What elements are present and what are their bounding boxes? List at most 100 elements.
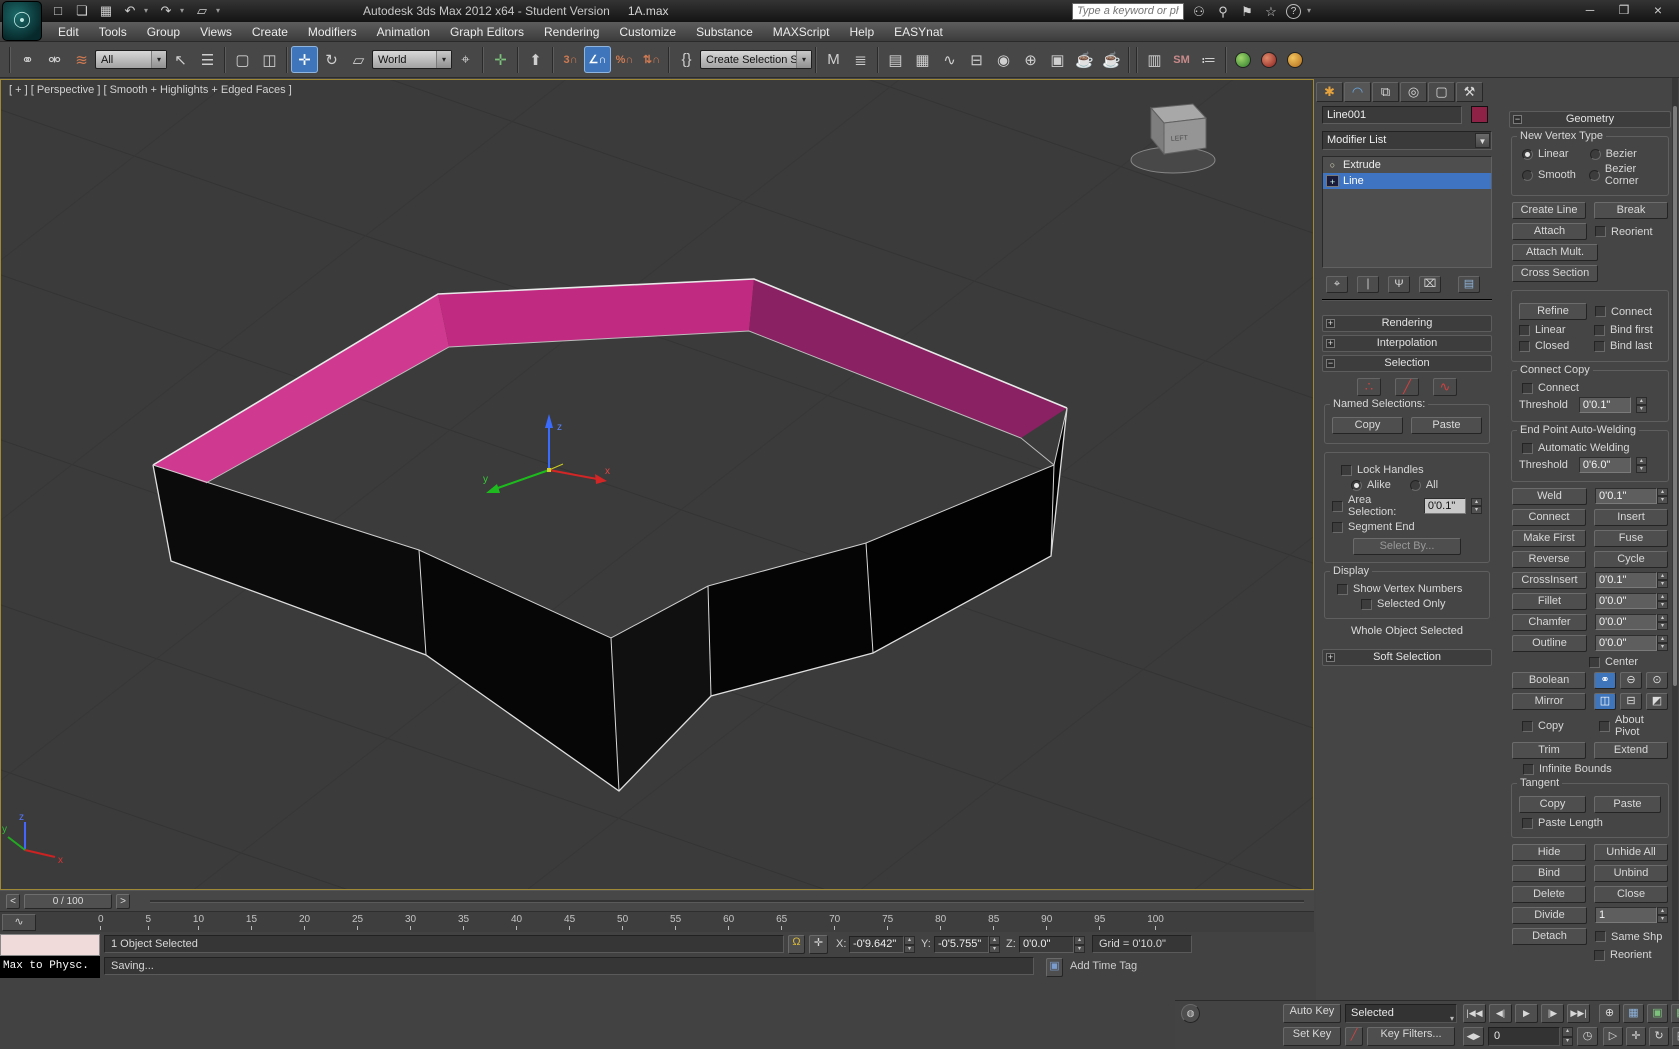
cross-section-button[interactable]: Cross Section: [1512, 265, 1598, 282]
weld-threshold-spinner[interactable]: ▴▾: [1636, 457, 1647, 473]
fillet-button[interactable]: Fillet: [1512, 593, 1587, 610]
unlink-selection-icon[interactable]: ⚮: [41, 46, 68, 73]
hide-button[interactable]: Hide: [1512, 844, 1586, 861]
auto-key-button[interactable]: Auto Key: [1283, 1004, 1341, 1023]
project-folder-icon[interactable]: ▱: [192, 2, 212, 20]
substance-plugin-icon[interactable]: SM: [1168, 46, 1195, 73]
refine-connect-checkbox[interactable]: [1595, 306, 1606, 317]
keying-selection-set-dropdown[interactable]: Selected▾: [1345, 1004, 1457, 1023]
chamfer-spinner[interactable]: ▴▾: [1657, 614, 1668, 630]
cycle-button[interactable]: Cycle: [1594, 551, 1668, 568]
select-and-link-icon[interactable]: ⚭: [14, 46, 41, 73]
view-cube[interactable]: LEFT: [1131, 104, 1215, 173]
save-file-icon[interactable]: ▦: [96, 2, 116, 20]
outline-spinner[interactable]: ▴▾: [1657, 635, 1668, 651]
create-line-button[interactable]: Create Line: [1512, 202, 1586, 219]
detach-button[interactable]: Detach: [1512, 928, 1587, 945]
mirror-spline-button[interactable]: Mirror: [1512, 693, 1586, 710]
manage-layers-icon[interactable]: ▤: [882, 46, 909, 73]
track-bar[interactable]: ∿ 05101520253035404550556065707580859095…: [0, 911, 1314, 932]
help-icon[interactable]: ?: [1286, 4, 1301, 19]
new-file-icon[interactable]: □: [48, 2, 68, 20]
x-coordinate-field[interactable]: -0'9.642": [849, 936, 904, 953]
center-checkbox[interactable]: [1589, 657, 1600, 668]
plugin-orange-icon[interactable]: [1287, 52, 1303, 68]
dropdown-arrow-icon[interactable]: ▾: [151, 51, 166, 68]
select-and-scale-icon[interactable]: ▱: [345, 46, 372, 73]
zoom-extents-icon[interactable]: ▣: [1647, 1004, 1668, 1023]
divide-button[interactable]: Divide: [1512, 907, 1587, 924]
boolean-subtraction-icon[interactable]: ⊖: [1620, 672, 1642, 689]
boolean-intersection-icon[interactable]: ⊙: [1646, 672, 1668, 689]
adaptive-degradation-icon[interactable]: ◍: [1181, 1004, 1200, 1023]
close-spline-button[interactable]: Close: [1594, 886, 1668, 903]
automatic-welding-checkbox[interactable]: [1522, 443, 1533, 454]
rendered-frame-window-icon[interactable]: ▣: [1044, 46, 1071, 73]
orbit-icon[interactable]: ↻: [1649, 1027, 1669, 1046]
y-spinner[interactable]: ▴▾: [989, 936, 1000, 953]
configure-modifier-sets-icon[interactable]: ▤: [1458, 276, 1480, 293]
menu-item[interactable]: Rendering: [534, 22, 609, 42]
command-panel-scrollbar[interactable]: [1672, 78, 1678, 1000]
mirror-horizontal-icon[interactable]: ◫: [1594, 693, 1616, 710]
pan-view-icon[interactable]: ✛: [1626, 1027, 1646, 1046]
divide-spinner[interactable]: ▴▾: [1657, 907, 1668, 923]
menu-item[interactable]: EASYnat: [884, 22, 953, 42]
select-object-icon[interactable]: ↖: [167, 46, 194, 73]
show-vertex-numbers-checkbox[interactable]: [1337, 584, 1348, 595]
graphite-modeling-tools-icon[interactable]: ▦: [909, 46, 936, 73]
key-mode-toggle-icon[interactable]: ◀▶: [1463, 1027, 1484, 1046]
menu-item[interactable]: Edit: [48, 22, 89, 42]
outline-button[interactable]: Outline: [1512, 635, 1587, 652]
rollout-rendering[interactable]: +Rendering: [1322, 315, 1492, 332]
go-to-end-icon[interactable]: ▶▶|: [1567, 1004, 1590, 1023]
menu-item[interactable]: Graph Editors: [440, 22, 534, 42]
weld-value-field[interactable]: 0'0.1": [1595, 488, 1657, 504]
angle-snap-toggle-icon[interactable]: ∠∩: [584, 46, 611, 73]
connect-copy-checkbox[interactable]: [1522, 383, 1533, 394]
restore-icon[interactable]: ❒: [1614, 2, 1634, 18]
close-icon[interactable]: ×: [1648, 2, 1668, 18]
toolbar-handle[interactable]: [9, 47, 11, 73]
menu-item[interactable]: Modifiers: [298, 22, 367, 42]
refine-linear-checkbox[interactable]: [1519, 325, 1530, 336]
y-coordinate-field[interactable]: -0'5.755": [934, 936, 989, 953]
tab-modify[interactable]: ◠: [1344, 82, 1371, 102]
chamfer-button[interactable]: Chamfer: [1512, 614, 1587, 631]
divide-field[interactable]: 1: [1595, 907, 1657, 923]
extend-button[interactable]: Extend: [1594, 742, 1668, 759]
key-filters-button[interactable]: Key Filters...: [1367, 1027, 1455, 1046]
select-and-rotate-icon[interactable]: ↻: [318, 46, 345, 73]
modifier-list-dropdown[interactable]: Modifier List ▼: [1322, 131, 1492, 150]
chamfer-field[interactable]: 0'0.0": [1595, 614, 1657, 630]
time-slider-handle[interactable]: 0 / 100: [24, 894, 112, 909]
open-file-icon[interactable]: ❏: [72, 2, 92, 20]
redo-dropdown-icon[interactable]: ▾: [180, 2, 188, 20]
vertex-subobject-icon[interactable]: ∴: [1357, 378, 1381, 396]
cross-insert-spinner[interactable]: ▴▾: [1657, 572, 1668, 588]
plugin-red-icon[interactable]: [1261, 52, 1277, 68]
time-configuration-icon[interactable]: ◷: [1577, 1027, 1598, 1046]
unbind-button[interactable]: Unbind: [1594, 865, 1668, 882]
trim-button[interactable]: Trim: [1512, 742, 1586, 759]
selection-lock-toggle-icon[interactable]: Ω: [788, 935, 805, 954]
subscription-key-icon[interactable]: ⚲: [1214, 3, 1232, 20]
edit-named-selection-sets-icon[interactable]: {}: [673, 46, 700, 73]
bind-last-checkbox[interactable]: [1594, 341, 1605, 352]
set-key-button[interactable]: Set Key: [1283, 1027, 1341, 1046]
area-selection-field[interactable]: 0'0.1": [1424, 498, 1466, 514]
menu-item[interactable]: Views: [190, 22, 242, 42]
modifier-stack[interactable]: ○ Extrude + Line: [1322, 156, 1492, 268]
render-iterative-icon[interactable]: ☕: [1098, 46, 1125, 73]
previous-frame-icon[interactable]: ◀|: [1489, 1004, 1512, 1023]
percent-snap-toggle-icon[interactable]: %∩: [611, 46, 638, 73]
tangent-copy-button[interactable]: Copy: [1519, 796, 1586, 813]
plugin-green-icon[interactable]: [1235, 52, 1251, 68]
viewport-label[interactable]: [ + ] [ Perspective ] [ Smooth + Highlig…: [9, 84, 292, 96]
named-selection-paste-button[interactable]: Paste: [1411, 417, 1482, 434]
frame-spinner[interactable]: ▴▾: [1562, 1027, 1573, 1046]
fuse-button[interactable]: Fuse: [1594, 530, 1668, 547]
communication-center-icon[interactable]: ⚑: [1238, 3, 1256, 20]
select-by-name-icon[interactable]: ☰: [194, 46, 221, 73]
rollout-soft-selection[interactable]: +Soft Selection: [1322, 649, 1492, 666]
